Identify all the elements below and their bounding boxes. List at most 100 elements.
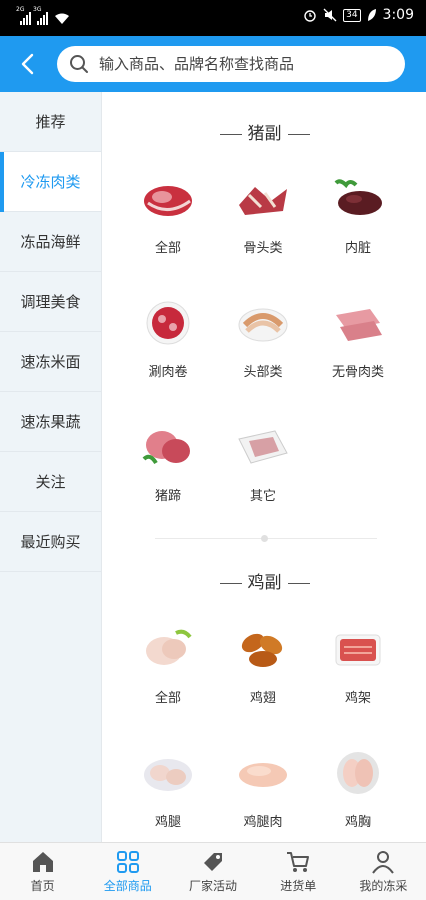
category-item-label: 内脏 xyxy=(344,241,371,256)
status-right: 34 3:09 xyxy=(303,7,414,23)
pork-bones-icon xyxy=(239,187,287,215)
nav-home[interactable]: 首页 xyxy=(0,843,85,900)
nav-label: 首页 xyxy=(30,879,55,893)
alarm-icon xyxy=(304,10,316,22)
sidebar-item-label: 关注 xyxy=(35,473,66,491)
category-item[interactable]: 鸡架 xyxy=(308,627,408,706)
sidebar-item-label: 调理美食 xyxy=(20,293,81,311)
category-item-label: 涮肉卷 xyxy=(148,365,188,380)
status-left: 2G 3G xyxy=(16,6,70,25)
category-item[interactable]: 鸡腿 xyxy=(118,751,218,830)
network-type-2: 3G xyxy=(33,6,42,13)
section-divider-dot xyxy=(261,535,268,542)
nav-label: 我的冻采 xyxy=(359,879,408,893)
nav-all-products[interactable]: 全部商品 xyxy=(85,843,170,900)
category-item[interactable]: 全部 xyxy=(118,177,218,256)
category-item-label: 其它 xyxy=(249,489,276,504)
section-title-pork: 猪副 xyxy=(103,119,426,144)
meat-roll-icon xyxy=(146,301,190,345)
chicken-frame-icon xyxy=(335,634,381,666)
category-item[interactable]: 无骨肉类 xyxy=(308,301,408,380)
category-sidebar: 推荐 冷冻肉类 冻品海鲜 调理美食 速冻米面 速冻果蔬 关注 最近购买 xyxy=(0,92,102,842)
chicken-all-icon xyxy=(146,629,192,665)
search-icon xyxy=(70,55,88,73)
nav-cart[interactable]: 进货单 xyxy=(256,843,341,900)
category-item[interactable]: 鸡腿肉 xyxy=(213,751,313,830)
pork-cuts-icon xyxy=(144,186,192,216)
category-item-label: 无骨肉类 xyxy=(331,365,384,380)
sidebar-item-frozen-rice-noodles[interactable]: 速冻米面 xyxy=(0,332,101,392)
mute-icon xyxy=(323,8,337,22)
sidebar-item-label: 推荐 xyxy=(35,113,66,131)
sidebar-item-recent-purchases[interactable]: 最近购买 xyxy=(0,512,101,572)
clock: 3:09 xyxy=(382,7,414,23)
section-title-chicken: 鸡副 xyxy=(103,568,426,593)
sidebar-item-label: 冻品海鲜 xyxy=(20,233,81,251)
nav-profile[interactable]: 我的冻采 xyxy=(341,843,426,900)
pork-head-icon xyxy=(238,308,288,342)
category-item-label: 骨头类 xyxy=(243,241,283,256)
category-item-label: 鸡翅 xyxy=(249,691,276,706)
sidebar-item-label: 速冻果蔬 xyxy=(20,413,81,431)
pork-other-icon xyxy=(238,430,288,464)
category-item[interactable]: 猪蹄 xyxy=(118,425,218,504)
category-item-label: 鸡腿 xyxy=(154,815,181,830)
chevron-left-icon xyxy=(21,53,34,75)
sidebar-item-following[interactable]: 关注 xyxy=(0,452,101,512)
bottom-nav: 首页 全部商品 厂家活动 进货单 我的冻采 xyxy=(0,842,426,900)
boneless-meat-icon xyxy=(336,309,382,341)
section-title-text: 鸡副 xyxy=(247,573,282,593)
back-button[interactable] xyxy=(14,50,42,78)
nav-label: 厂家活动 xyxy=(189,879,238,893)
category-item-label: 全部 xyxy=(154,691,181,706)
trotter-icon xyxy=(142,431,190,465)
leaf-icon xyxy=(367,9,376,21)
chicken-thigh-meat-icon xyxy=(239,763,287,787)
wifi-icon xyxy=(55,13,69,24)
chicken-leg-icon xyxy=(144,759,192,791)
category-content: 猪副 全部 骨头类 内脏 涮肉卷 头部类 无骨肉类 猪蹄 其它 鸡副 全部 鸡翅… xyxy=(103,92,426,842)
nav-promotions[interactable]: 厂家活动 xyxy=(170,843,255,900)
home-icon xyxy=(32,852,53,872)
sidebar-item-label: 最近购买 xyxy=(20,533,81,551)
category-item[interactable]: 鸡胸 xyxy=(308,751,408,830)
nav-label: 全部商品 xyxy=(103,879,152,893)
sidebar-item-label: 速冻米面 xyxy=(20,353,81,371)
category-item[interactable]: 头部类 xyxy=(213,301,313,380)
signal-icon-2: 3G xyxy=(33,6,48,25)
search-input[interactable] xyxy=(99,55,379,73)
search-box[interactable] xyxy=(57,46,405,82)
section-title-text: 猪副 xyxy=(247,124,282,144)
category-item[interactable]: 全部 xyxy=(118,627,218,706)
category-item-label: 鸡腿肉 xyxy=(243,815,283,830)
nav-label: 进货单 xyxy=(280,879,317,893)
chicken-wing-icon xyxy=(241,633,283,667)
sidebar-item-label: 冷冻肉类 xyxy=(20,173,81,191)
network-type-1: 2G xyxy=(16,6,25,13)
category-item-label: 全部 xyxy=(154,241,181,256)
sidebar-item-recommend[interactable]: 推荐 xyxy=(0,92,101,152)
sidebar-item-frozen-seafood[interactable]: 冻品海鲜 xyxy=(0,212,101,272)
header xyxy=(0,36,426,92)
category-item-label: 头部类 xyxy=(243,365,283,380)
pork-offal-icon xyxy=(334,179,382,215)
user-icon xyxy=(372,851,395,874)
cart-icon xyxy=(287,852,310,872)
status-bar: 2G 3G 34 3:09 xyxy=(0,0,426,36)
category-item[interactable]: 骨头类 xyxy=(213,177,313,256)
category-item[interactable]: 内脏 xyxy=(308,177,408,256)
sidebar-item-prepared-food[interactable]: 调理美食 xyxy=(0,272,101,332)
category-item[interactable]: 鸡翅 xyxy=(213,627,313,706)
grid-icon xyxy=(116,851,139,873)
category-item[interactable]: 涮肉卷 xyxy=(118,301,218,380)
signal-icon: 2G xyxy=(16,6,31,25)
sidebar-item-frozen-fruit-veg[interactable]: 速冻果蔬 xyxy=(0,392,101,452)
sidebar-item-frozen-meat[interactable]: 冷冻肉类 xyxy=(0,152,101,212)
category-item[interactable]: 其它 xyxy=(213,425,313,504)
category-item-label: 鸡胸 xyxy=(344,815,371,830)
tag-icon xyxy=(204,853,222,871)
category-item-label: 猪蹄 xyxy=(154,489,181,504)
battery-indicator: 34 xyxy=(343,8,361,22)
chicken-breast-icon xyxy=(337,752,379,794)
category-item-label: 鸡架 xyxy=(344,691,371,706)
